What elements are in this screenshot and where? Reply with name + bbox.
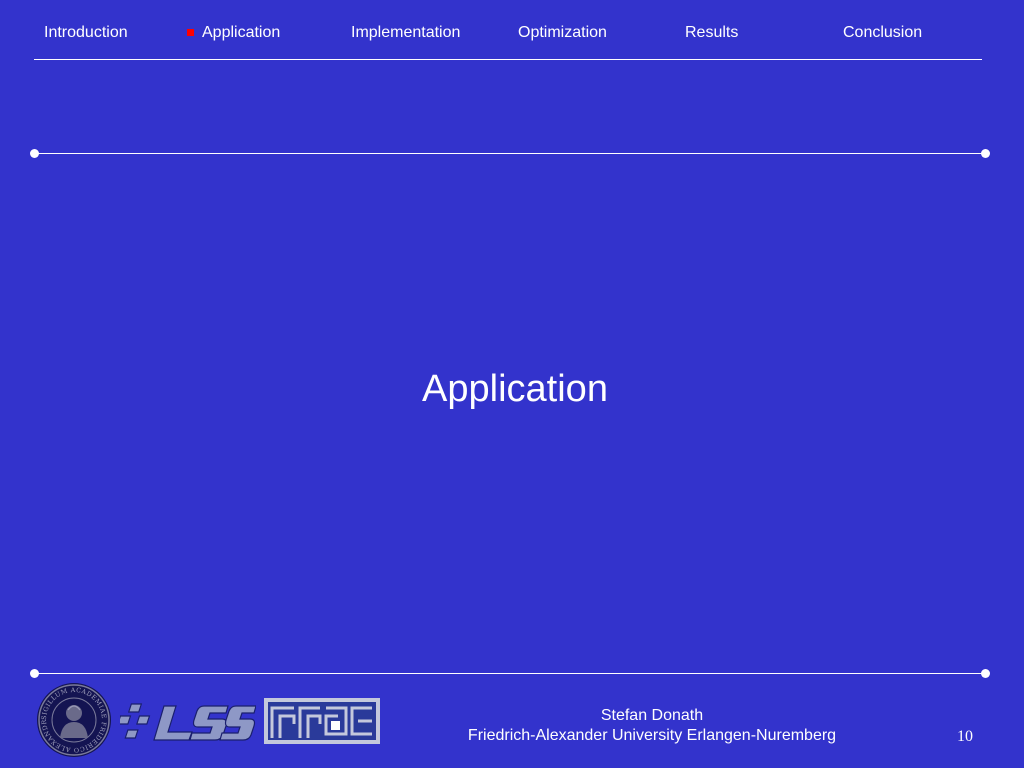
page-number: 10 <box>957 728 973 745</box>
section-title: Application <box>422 368 608 410</box>
bottom-divider <box>30 669 990 679</box>
nav-item-conclusion[interactable]: Conclusion <box>843 24 922 42</box>
bottom-divider-line <box>34 673 986 674</box>
bottom-divider-right-dot <box>981 669 990 678</box>
lss-square-1 <box>127 703 143 713</box>
active-section-bullet-icon <box>187 29 194 36</box>
lss-square-3 <box>136 715 151 725</box>
nav-item-application-label: Application <box>202 24 281 41</box>
nav-item-application[interactable]: Application <box>187 24 281 42</box>
top-divider <box>30 149 990 159</box>
rrze-logo <box>264 698 380 744</box>
nav-underline-rule <box>34 59 982 60</box>
top-divider-left-dot <box>30 149 39 158</box>
nav-item-introduction[interactable]: Introduction <box>44 24 128 42</box>
section-navigation: Introduction Application Implementation … <box>0 0 1024 60</box>
lss-letter-l <box>153 705 193 741</box>
top-divider-right-dot <box>981 149 990 158</box>
seal-figure-head <box>66 705 82 721</box>
footer-author-block: Stefan Donath Friedrich-Alexander Univer… <box>434 706 870 746</box>
nav-item-results[interactable]: Results <box>685 24 738 42</box>
lss-logo <box>120 703 256 741</box>
nav-item-optimization[interactable]: Optimization <box>518 24 607 42</box>
bottom-divider-left-dot <box>30 669 39 678</box>
rrze-center-square <box>331 721 340 730</box>
university-seal-logo: SIGILLUM ACADEMIAE FRIDERICO ALEXANDRINA… <box>36 682 111 757</box>
nav-item-implementation[interactable]: Implementation <box>351 24 460 42</box>
lss-logo-glyphs <box>120 703 256 741</box>
top-divider-line <box>34 153 986 154</box>
lss-square-4 <box>124 729 139 739</box>
footer-affiliation: Friedrich-Alexander University Erlangen-… <box>467 727 837 744</box>
footer-author-name: Stefan Donath <box>600 707 704 724</box>
lss-square-2 <box>120 715 132 725</box>
active-section-bullet-square <box>187 29 194 36</box>
